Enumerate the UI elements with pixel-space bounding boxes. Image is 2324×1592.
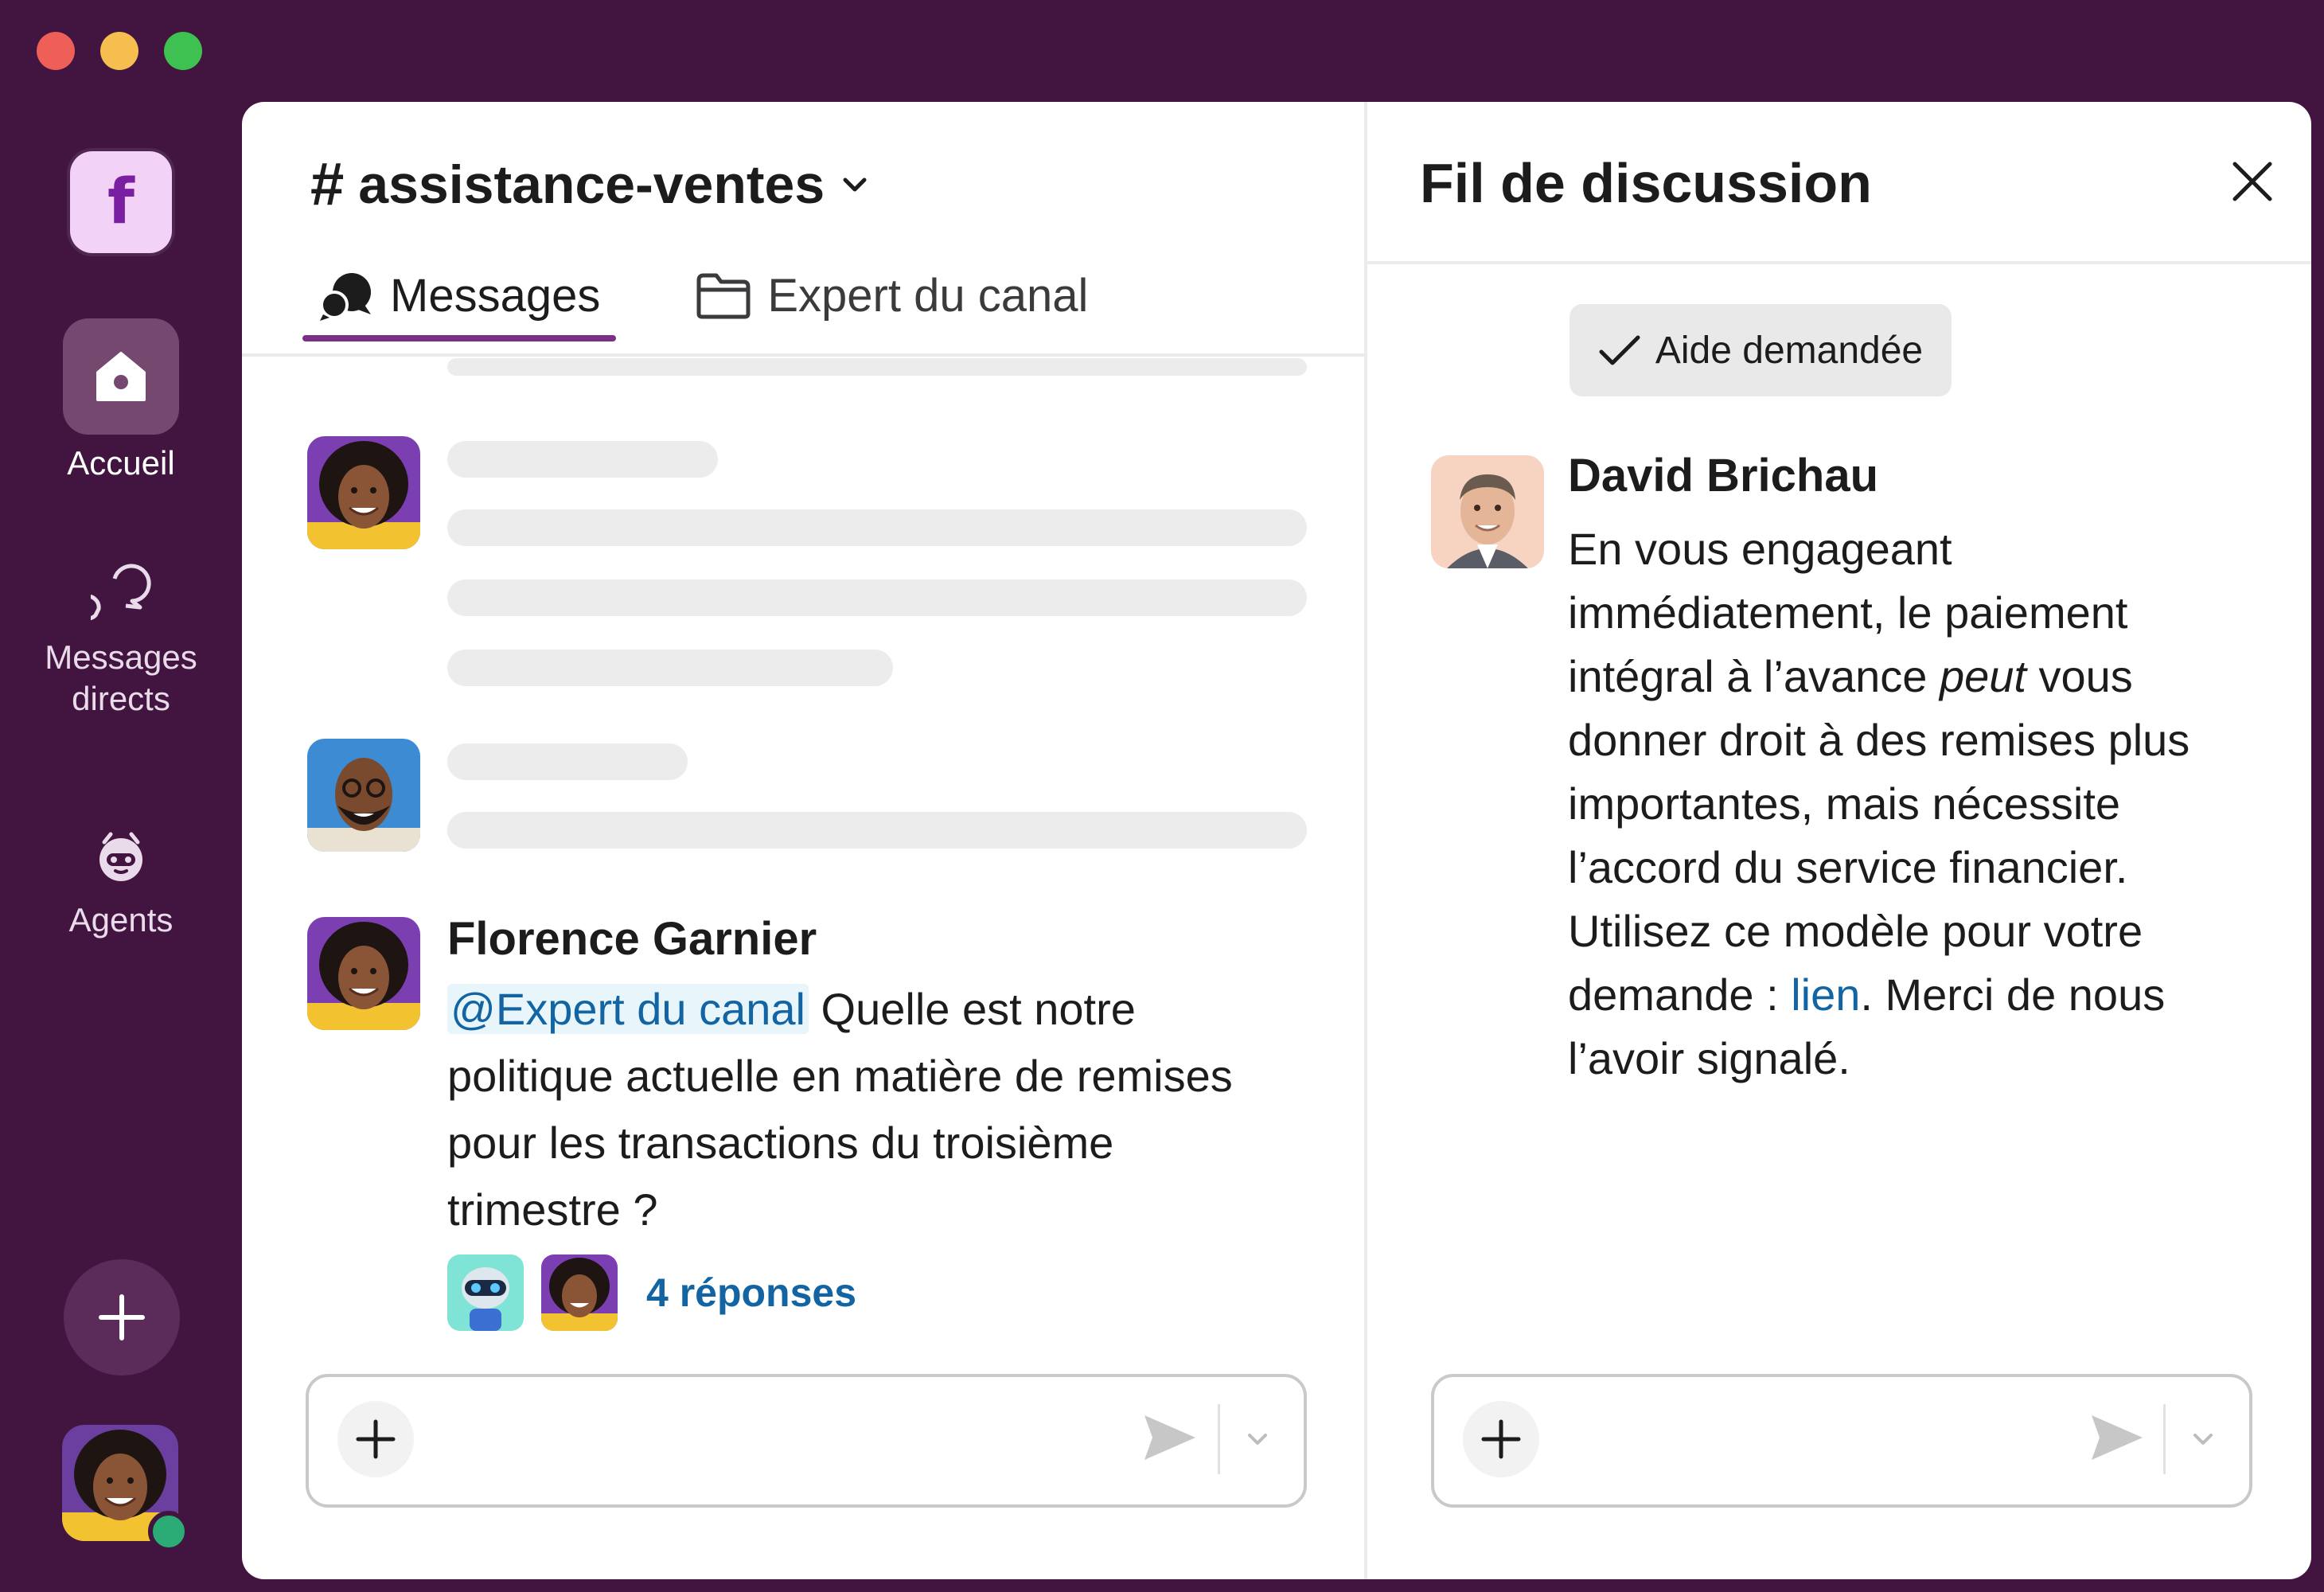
reply-avatar-florence [541,1254,618,1331]
reply-text: vous donner droit à des remises plus imp… [1568,651,2190,1020]
replies-count-link[interactable]: 4 réponses [646,1270,856,1316]
help-requested-badge[interactable]: Aide demandée [1569,304,1952,396]
thread-replies-summary[interactable]: 4 réponses [447,1254,856,1331]
composer-divider [2163,1404,2166,1474]
chevron-down-icon[interactable] [2187,1423,2219,1455]
channel-expert-mention[interactable]: @Expert du canal [447,984,809,1034]
channel-header[interactable]: # assistance-ventes [310,150,871,219]
agent-icon [63,820,179,892]
add-button[interactable] [64,1259,180,1375]
sidebar-item-accueil[interactable]: Accueil [0,318,242,484]
avatar[interactable] [307,917,420,1030]
tab-label: Expert du canal [767,270,1089,322]
channel-pane: # assistance-ventes Messages Expert du c… [242,102,1364,1579]
channel-name: assistance-ventes [358,154,825,215]
reply-avatar-agent [447,1254,524,1331]
loading-placeholder [447,579,1307,616]
thread-title: Fil de discussion [1420,152,1872,214]
avatar[interactable] [307,436,420,549]
home-icon [63,318,179,435]
tabs-divider [242,353,1364,357]
chevron-down-icon[interactable] [1242,1423,1273,1455]
window-controls [37,32,202,70]
thread-pane: Fil de discussion Aide demandée David Br… [1367,102,2311,1579]
tab-messages[interactable]: Messages [302,269,617,341]
help-requested-label: Aide demandée [1655,329,1924,372]
message-author[interactable]: Florence Garnier [447,912,817,966]
close-icon[interactable] [2228,158,2276,205]
direct-messages-icon [63,557,179,629]
loading-placeholder [447,743,688,780]
sidebar-item-label: Accueil [67,444,175,482]
attach-button[interactable] [1463,1401,1539,1477]
presence-indicator [148,1511,189,1552]
tab-expert-du-canal[interactable]: Expert du canal [680,269,1104,334]
folder-icon [696,273,751,318]
send-icon[interactable] [2088,1412,2146,1463]
minimize-window-button[interactable] [100,32,138,70]
loading-placeholder [447,358,1307,376]
plus-icon [99,1294,145,1340]
reply-author[interactable]: David Brichau [1568,449,1878,502]
composer-divider [1218,1404,1220,1474]
zoom-window-button[interactable] [164,32,202,70]
loading-placeholder [447,812,1307,849]
close-window-button[interactable] [37,32,75,70]
message-composer[interactable] [306,1374,1307,1508]
reply-text-emphasis: peut [1939,651,2026,701]
checkmark-icon [1599,335,1640,365]
loading-placeholder [447,650,893,686]
avatar[interactable] [307,739,420,852]
sidebar-item-messages-directs[interactable]: Messages directs [0,557,242,720]
channel-hash: # [310,150,345,218]
workspace-switcher[interactable]: f [70,151,172,253]
sidebar: f Accueil Messages directs Agents [0,103,242,1592]
plus-icon [356,1419,396,1459]
thread-header-divider [1367,261,2311,264]
messages-icon [320,272,371,321]
loading-placeholder [447,441,718,478]
attach-button[interactable] [337,1401,414,1477]
chevron-down-icon [843,178,867,191]
sidebar-item-label: Agents [68,901,174,938]
reply-body: En vous engageant immédiatement, le paie… [1568,517,2228,1091]
tab-label: Messages [390,270,601,322]
avatar[interactable] [1431,455,1544,568]
sidebar-item-agents[interactable]: Agents [0,820,242,941]
app-window: # assistance-ventes Messages Expert du c… [242,102,2311,1579]
loading-placeholder [447,509,1307,546]
template-link[interactable]: lien [1791,970,1860,1020]
thread-reply-composer[interactable] [1431,1374,2252,1508]
send-icon[interactable] [1141,1412,1199,1463]
plus-icon [1481,1419,1521,1459]
channel-tabs: Messages Expert du canal [302,269,1104,341]
message-body: @Expert du canal Quelle est notre politi… [447,976,1291,1243]
workspace-initial: f [107,166,135,238]
sidebar-item-label: Messages directs [45,638,197,717]
